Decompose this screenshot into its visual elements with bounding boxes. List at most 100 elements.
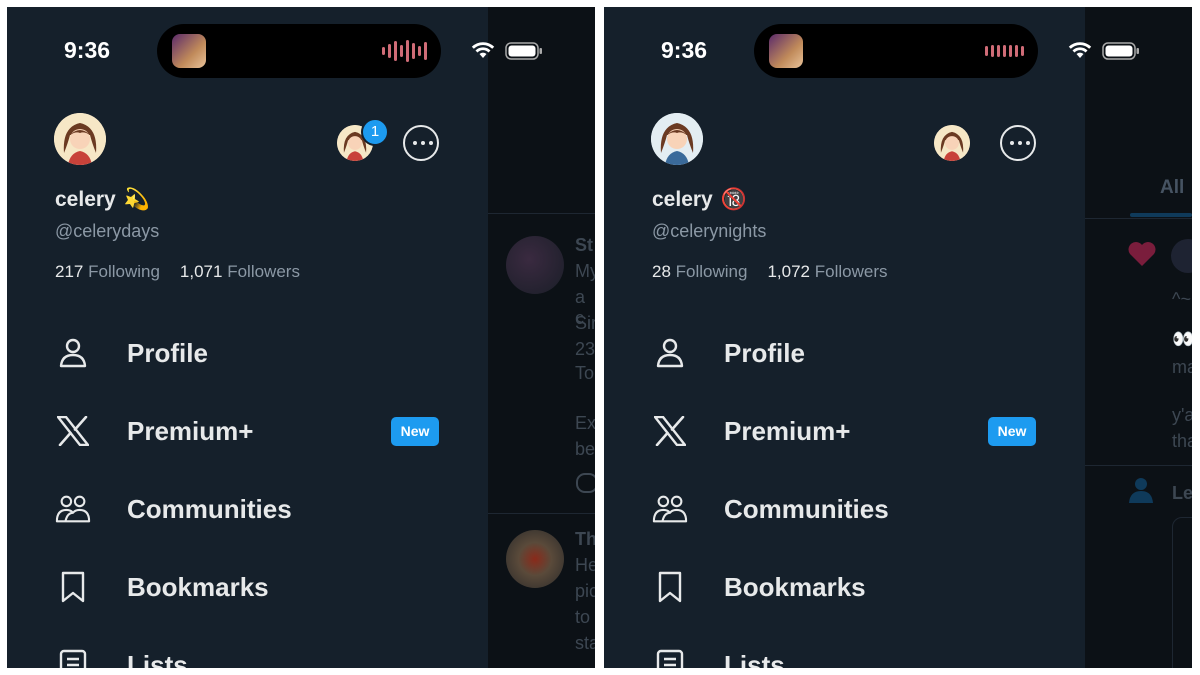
- menu-item-label: Profile: [724, 337, 805, 368]
- lists-icon: [652, 647, 688, 668]
- bg-text: My: [575, 261, 595, 281]
- new-badge: New: [988, 416, 1036, 446]
- bookmark-icon: [55, 569, 91, 605]
- menu-item-premium[interactable]: Premium+ New: [55, 406, 475, 456]
- more-options-button[interactable]: [1000, 125, 1036, 161]
- bg-text: ma: [1172, 357, 1192, 377]
- menu-item-label: Premium+: [127, 415, 254, 446]
- menu-item-label: Premium+: [724, 415, 851, 446]
- display-name-row[interactable]: celery 🔞: [652, 188, 747, 212]
- x-logo-icon: [652, 413, 688, 449]
- dynamic-island[interactable]: [157, 24, 441, 78]
- bg-text: Le: [1172, 483, 1192, 503]
- ellipsis-icon: [1010, 141, 1030, 145]
- following-label: Following: [88, 262, 160, 281]
- side-drawer: 9:36: [604, 7, 1139, 668]
- follow-stats: 28 Following 1,072 Followers: [652, 262, 888, 282]
- audio-waveform-icon: [985, 39, 1024, 63]
- name-emoji: 💫: [123, 188, 150, 211]
- followers-count: 1,071: [179, 262, 223, 281]
- notification-badge: 1: [361, 118, 389, 146]
- more-options-button[interactable]: [403, 125, 439, 161]
- menu-item-lists[interactable]: Lists: [55, 640, 475, 668]
- bg-text: tha: [1172, 431, 1192, 451]
- person-icon: [652, 335, 688, 371]
- display-name: celery: [55, 188, 116, 211]
- menu-item-bookmarks[interactable]: Bookmarks: [652, 562, 1072, 612]
- dynamic-island[interactable]: [754, 24, 1038, 78]
- menu-item-bookmarks[interactable]: Bookmarks: [55, 562, 475, 612]
- display-name: celery: [652, 188, 713, 211]
- name-emoji: 🔞: [720, 188, 747, 211]
- menu-item-label: Bookmarks: [724, 571, 866, 602]
- following-label: Following: [675, 262, 748, 281]
- followers-label: Followers: [227, 262, 300, 281]
- menu-item-label: Lists: [724, 649, 785, 669]
- following-count: 217: [55, 262, 84, 281]
- post-avatar: [1171, 239, 1192, 273]
- profile-avatar[interactable]: [651, 113, 703, 165]
- menu-item-label: Bookmarks: [127, 571, 269, 602]
- status-time: 9:36: [661, 37, 708, 63]
- x-logo-icon: [55, 413, 91, 449]
- bg-text: He: [575, 555, 595, 575]
- menu-item-premium[interactable]: Premium+ New: [652, 406, 1072, 456]
- timeline-background: St My a c Sir 23 To Ex be Th He pic to s…: [488, 7, 595, 668]
- menu-item-communities[interactable]: Communities: [652, 484, 1072, 534]
- timeline-background: All ^~ 👀 ma y'a tha Le: [1085, 7, 1192, 668]
- bg-text: ^~: [1172, 289, 1191, 309]
- phone-screenshot-right: All ^~ 👀 ma y'a tha Le 9:36: [604, 7, 1192, 668]
- followers-link[interactable]: 1,071 Followers: [180, 262, 300, 282]
- display-name-row[interactable]: celery 💫: [55, 188, 150, 212]
- profile-avatar[interactable]: [54, 113, 106, 165]
- side-drawer: 9:36: [7, 7, 542, 668]
- bg-text: Ex: [575, 413, 595, 433]
- lists-icon: [55, 647, 91, 668]
- bg-text: Th: [575, 529, 595, 549]
- menu-item-label: Communities: [127, 493, 292, 524]
- wifi-icon: [1068, 42, 1092, 58]
- menu-item-profile[interactable]: Profile: [652, 328, 1072, 378]
- menu-item-label: Profile: [127, 337, 208, 368]
- new-badge: New: [391, 416, 439, 446]
- person-icon: [1129, 478, 1153, 503]
- status-time: 9:36: [64, 37, 111, 63]
- communities-icon: [55, 491, 91, 527]
- post-avatar: [506, 530, 564, 588]
- menu-item-communities[interactable]: Communities: [55, 484, 475, 534]
- bookmark-icon: [652, 569, 688, 605]
- tab-all[interactable]: All: [1160, 177, 1184, 199]
- heart-icon: [1128, 242, 1156, 266]
- person-icon: [55, 335, 91, 371]
- avatar-illustration: [934, 125, 970, 161]
- avatar-illustration: [651, 113, 703, 165]
- bg-text: 👀: [1172, 329, 1192, 349]
- battery-icon: [505, 42, 542, 60]
- bg-text: to: [575, 607, 591, 627]
- user-handle: @celerydays: [55, 221, 160, 241]
- avatar-illustration: [54, 113, 106, 165]
- switch-account-avatar[interactable]: [934, 125, 970, 161]
- following-count: 28: [652, 262, 671, 281]
- bg-text: pic: [575, 581, 595, 601]
- menu-item-profile[interactable]: Profile: [55, 328, 475, 378]
- album-art: [172, 34, 206, 68]
- bg-text: Sir: [575, 313, 595, 333]
- menu-item-lists[interactable]: Lists: [652, 640, 1072, 668]
- bg-text: 23: [575, 339, 595, 359]
- audio-waveform-icon: [382, 39, 427, 63]
- follow-stats: 217 Following 1,071 Followers: [55, 262, 300, 282]
- followers-link[interactable]: 1,072 Followers: [767, 262, 887, 282]
- reply-icon: [576, 473, 595, 493]
- communities-icon: [652, 491, 688, 527]
- followers-label: Followers: [814, 262, 888, 281]
- menu-item-label: Lists: [127, 649, 188, 669]
- following-link[interactable]: 217 Following: [55, 262, 160, 282]
- followers-count: 1,072: [767, 262, 811, 281]
- following-link[interactable]: 28 Following: [652, 262, 747, 282]
- bg-text: y'a: [1172, 405, 1192, 425]
- bg-text: sta: [575, 633, 595, 653]
- bg-text: St: [575, 235, 593, 255]
- bg-text: be: [575, 439, 595, 459]
- bg-text: To: [575, 363, 595, 383]
